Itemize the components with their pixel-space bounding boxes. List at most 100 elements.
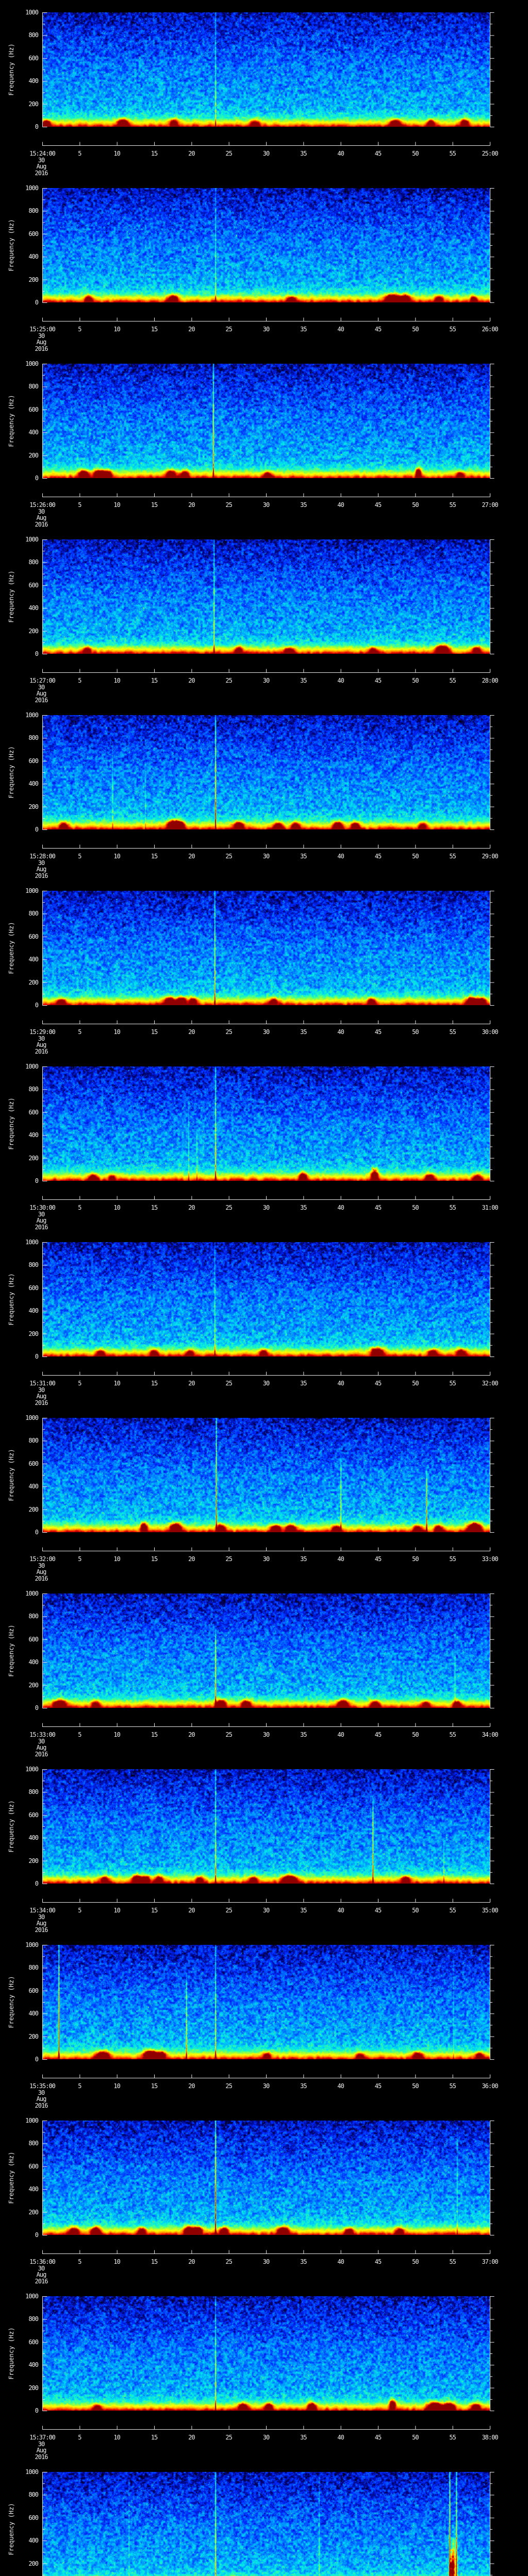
y-axis-title: Frequency (Hz) [8, 2503, 15, 2555]
x-tick-label: 35 [300, 2258, 307, 2265]
x-tick-label: 40 [337, 1028, 344, 1036]
x-tick-label: 55 [449, 2258, 456, 2265]
spectrogram-panel-152500: Frequency (Hz) 0 200 400 600 800 1000 5 10 15 20… [0, 184, 528, 364]
y-tick-label: 0 [35, 1704, 39, 1711]
spectrogram-panel-153800: Frequency (Hz) 02004006008001000 5101520… [0, 2468, 528, 2576]
y-tick-label: 400 [28, 253, 39, 261]
x-tick-label: 45 [374, 2434, 382, 2441]
date-line: 2016 [35, 2453, 48, 2461]
x-start-time-label: 15:28:00 [29, 853, 56, 860]
x-tick-label: 50 [412, 2082, 419, 2090]
x-start-time-label: 15:36:00 [29, 2258, 56, 2265]
y-tick-label: 200 [28, 1505, 39, 1513]
date-line: Aug [36, 1920, 47, 1927]
date-label: 30 Aug 2016 [35, 684, 48, 703]
y-tick-label: 1000 [25, 2117, 39, 2124]
x-end-time-label: 34:00 [482, 1731, 498, 1738]
x-start-time-label: 15:26:00 [29, 501, 56, 509]
spectrogram-panel-152900: Frequency (Hz) 0 200 400 600 800 1000 5 10 15 20… [0, 887, 528, 1066]
spectrogram-panel-153100: Frequency (Hz) 0 200 400 600 800 1000 5 10 15 20… [0, 1239, 528, 1418]
y-tick-label: 600 [28, 581, 39, 589]
x-tick-label: 15 [151, 1380, 158, 1387]
y-tick-label: 800 [28, 558, 39, 566]
y-tick-label: 0 [35, 299, 39, 306]
x-start-time-label: 15:25:00 [29, 326, 56, 333]
x-tick-label: 15 [151, 2082, 158, 2090]
x-tick-label: 25 [225, 1907, 232, 1914]
y-tick-label: 200 [28, 100, 39, 108]
y-tick-label: 1000 [25, 2468, 39, 2476]
y-tick-label: 800 [28, 1437, 39, 1445]
date-line: Aug [36, 1568, 47, 1576]
date-label: 30 Aug 2016 [35, 1387, 48, 1406]
x-tick-label: 35 [300, 501, 307, 509]
x-tick-label: 30 [262, 1731, 270, 1738]
date-line: 2016 [35, 1574, 48, 1582]
x-tick-label: 50 [412, 1204, 419, 1211]
y-axis-title: Frequency (Hz) [8, 570, 15, 623]
x-end-time-label: 27:00 [482, 501, 498, 509]
y-tick-label: 0 [35, 2407, 39, 2414]
y-tick-label: 1000 [25, 536, 39, 543]
y-tick-label: 800 [28, 1261, 39, 1269]
y-tick-label: 400 [28, 1483, 39, 1490]
x-tick-label: 10 [113, 677, 120, 684]
y-tick-label: 0 [35, 2231, 39, 2239]
x-tick-label: 40 [337, 501, 344, 509]
y-tick-label: 600 [28, 1811, 39, 1819]
y-tick-label: 200 [28, 1154, 39, 1162]
date-line: 2016 [35, 2102, 48, 2109]
spectrogram-canvas [42, 891, 490, 1005]
y-axis-title: Frequency (Hz) [8, 219, 15, 272]
y-tick-label: 200 [28, 627, 39, 635]
y-tick-label: 800 [28, 207, 39, 215]
x-tick-label: 15 [151, 1555, 158, 1563]
x-tick-label: 30 [262, 1380, 270, 1387]
y-axis-title: Frequency (Hz) [8, 1449, 15, 1501]
x-tick-label: 20 [188, 1731, 195, 1738]
x-start-time-label: 15:34:00 [29, 1907, 56, 1914]
y-tick-label: 600 [28, 405, 39, 413]
y-tick-label: 400 [28, 2185, 39, 2193]
x-tick-label: 40 [337, 326, 344, 333]
x-tick-label: 45 [374, 2082, 382, 2090]
x-tick-label: 40 [337, 2258, 344, 2265]
y-tick-label: 400 [28, 1834, 39, 1842]
x-tick-label: 40 [337, 1204, 344, 1211]
x-end-time-label: 28:00 [482, 677, 498, 684]
y-axis-title: Frequency (Hz) [8, 395, 15, 447]
x-tick-label: 20 [188, 2258, 195, 2265]
y-tick-label: 800 [28, 734, 39, 742]
x-tick-label: 55 [449, 1380, 456, 1387]
x-tick-label: 10 [113, 1555, 120, 1563]
y-tick-label: 600 [28, 1460, 39, 1467]
x-tick-label: 55 [449, 1907, 456, 1914]
x-tick-label: 50 [412, 1028, 419, 1036]
y-axis-title: Frequency (Hz) [8, 746, 15, 799]
x-tick-label: 25 [225, 677, 232, 684]
x-tick-label: 10 [113, 1380, 120, 1387]
x-tick-label: 10 [113, 326, 120, 333]
x-tick-label: 10 [113, 2082, 120, 2090]
x-tick-label: 40 [337, 1380, 344, 1387]
y-tick-label: 200 [28, 1330, 39, 1337]
x-tick-label: 45 [374, 2258, 382, 2265]
x-tick-label: 30 [262, 326, 270, 333]
date-line: Aug [36, 1217, 47, 1225]
x-tick-label: 25 [225, 1731, 232, 1738]
spectrogram-canvas [42, 2296, 490, 2411]
x-tick-label: 15 [151, 1028, 158, 1036]
x-tick-label: 35 [300, 1204, 307, 1211]
y-tick-label: 600 [28, 757, 39, 765]
x-tick-label: 25 [225, 1380, 232, 1387]
y-tick-label: 200 [28, 803, 39, 810]
y-tick-label: 600 [28, 54, 39, 62]
spectrogram-canvas [42, 1066, 490, 1181]
spectrogram-panel-152600: Frequency (Hz) 0 200 400 600 800 1000 5 10 15 20… [0, 360, 528, 539]
date-line: Aug [36, 1744, 47, 1752]
x-end-time-label: 25:00 [482, 150, 498, 157]
spectrogram-canvas [42, 1769, 490, 1884]
y-tick-label: 0 [35, 1880, 39, 1887]
x-end-time-label: 29:00 [482, 853, 498, 860]
y-tick-label: 600 [28, 1635, 39, 1643]
